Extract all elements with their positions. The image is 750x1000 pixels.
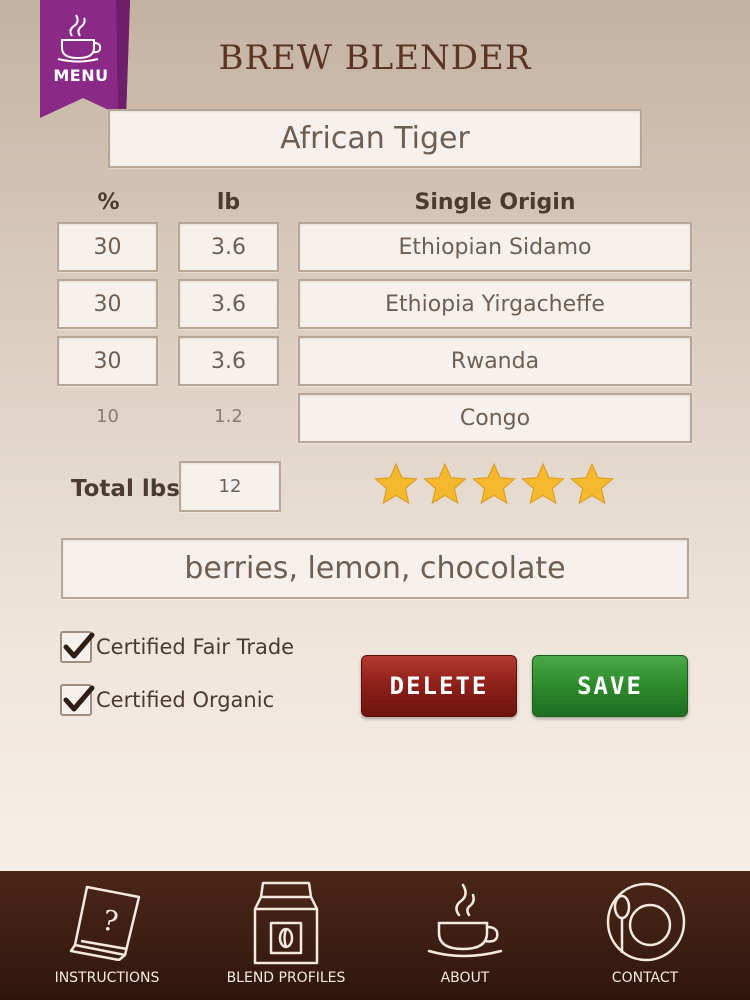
- origin-input-2[interactable]: Ethiopia Yirgacheffe: [298, 279, 692, 329]
- column-header-lb: lb: [216, 190, 241, 215]
- fair-trade-checkbox[interactable]: [60, 631, 95, 663]
- origin-input-4[interactable]: Congo: [298, 393, 692, 443]
- nav-blend-profiles-label: BLEND PROFILES: [226, 970, 346, 986]
- percent-input-3[interactable]: 30: [57, 336, 158, 386]
- checkmark-icon: [63, 632, 95, 659]
- coffee-cup-icon: [427, 883, 503, 958]
- plate-spoon-icon: [606, 882, 686, 962]
- star-icon[interactable]: [374, 462, 418, 506]
- star-icon[interactable]: [472, 462, 516, 506]
- fair-trade-label: Certified Fair Trade: [96, 635, 295, 659]
- lb-input-3[interactable]: 3.6: [178, 336, 279, 386]
- nav-about-label: ABOUT: [440, 970, 490, 986]
- nav-about[interactable]: ABOUT: [400, 871, 530, 1000]
- nav-instructions-label: INSTRUCTIONS: [54, 970, 160, 986]
- total-lbs-input[interactable]: 12: [179, 461, 281, 512]
- book-question-icon: ?: [69, 885, 141, 961]
- rating-stars: [374, 462, 614, 506]
- column-header-percent: %: [97, 190, 120, 215]
- origin-input-3[interactable]: Rwanda: [298, 336, 692, 386]
- organic-checkbox[interactable]: [60, 684, 95, 716]
- organic-label: Certified Organic: [96, 688, 275, 712]
- organic-option[interactable]: Certified Organic: [60, 684, 274, 716]
- tasting-notes-input[interactable]: berries, lemon, chocolate: [61, 538, 689, 599]
- nav-instructions[interactable]: ? INSTRUCTIONS: [28, 871, 186, 1000]
- coffee-bag-icon: [253, 881, 319, 965]
- svg-text:?: ?: [99, 903, 121, 938]
- nav-contact[interactable]: CONTACT: [580, 871, 710, 1000]
- star-icon[interactable]: [521, 462, 565, 506]
- lb-input-2[interactable]: 3.6: [178, 279, 279, 329]
- blend-name-input[interactable]: African Tiger: [108, 109, 642, 168]
- origin-input-1[interactable]: Ethiopian Sidamo: [298, 222, 692, 272]
- lb-value-4: 1.2: [214, 406, 243, 427]
- lb-input-1[interactable]: 3.6: [178, 222, 279, 272]
- column-header-origin: Single Origin: [414, 190, 576, 215]
- percent-value-4: 10: [96, 406, 119, 427]
- fair-trade-option[interactable]: Certified Fair Trade: [60, 631, 294, 663]
- nav-contact-label: CONTACT: [611, 970, 679, 986]
- star-icon[interactable]: [423, 462, 467, 506]
- checkmark-icon: [63, 685, 95, 712]
- percent-input-2[interactable]: 30: [57, 279, 158, 329]
- bottom-nav: ? INSTRUCTIONS BLEND PROFILES ABOUT CONT…: [0, 871, 750, 1000]
- save-button[interactable]: SAVE: [532, 655, 688, 717]
- star-icon[interactable]: [570, 462, 614, 506]
- app-title: BREW BLENDER: [218, 38, 532, 78]
- nav-blend-profiles[interactable]: BLEND PROFILES: [210, 871, 362, 1000]
- percent-input-1[interactable]: 30: [57, 222, 158, 272]
- delete-button[interactable]: DELETE: [361, 655, 517, 717]
- total-lbs-label: Total lbs: [71, 476, 180, 502]
